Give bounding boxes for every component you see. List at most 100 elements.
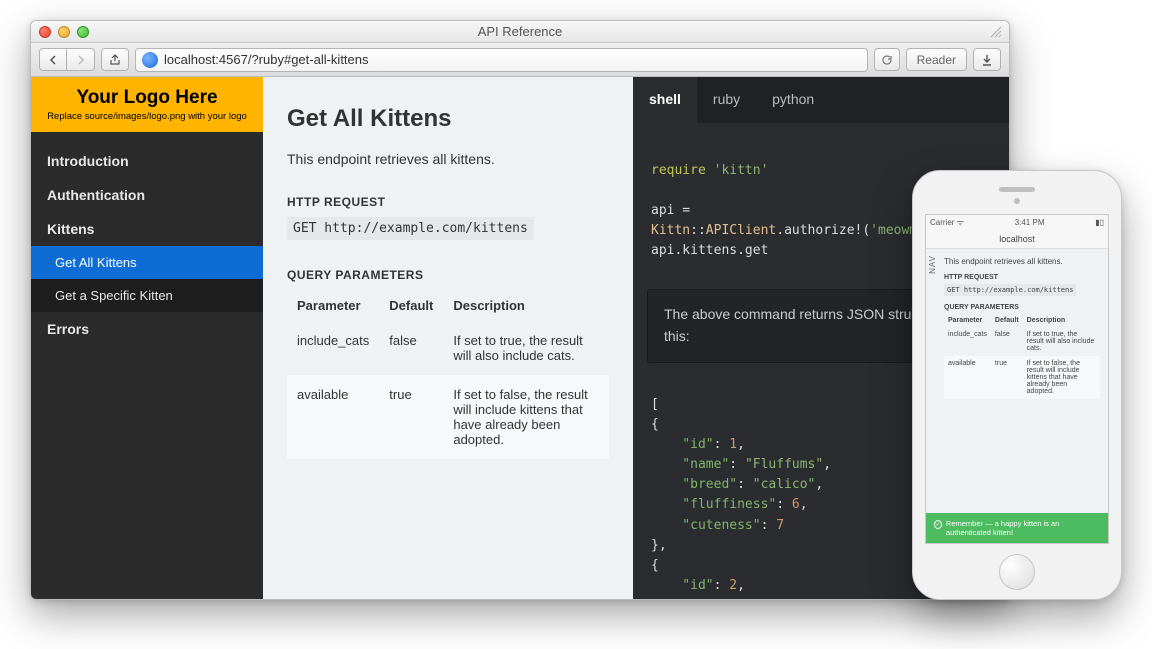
tab-shell[interactable]: shell — [633, 77, 697, 123]
code-token: , — [737, 578, 745, 593]
address-bar[interactable]: localhost:4567/?ruby#get-all-kittens — [135, 48, 868, 72]
favicon-icon — [142, 52, 158, 68]
table-row: include_cats false If set to true, the r… — [287, 321, 609, 375]
phone-statusbar: Carrier ᯤ 3:41 PM ▮▯ — [926, 215, 1108, 229]
query-params-heading: QUERY PARAMETERS — [287, 268, 609, 282]
resize-grip-icon — [989, 25, 1003, 39]
code-token: require — [651, 163, 706, 178]
param-name: include_cats — [287, 321, 379, 375]
param-name: available — [287, 375, 379, 459]
logo-title: Your Logo Here — [43, 87, 251, 109]
code-token: "id" — [651, 437, 714, 452]
code-token: , — [815, 477, 823, 492]
code-token: .authorize!( — [776, 223, 870, 238]
code-token: 2 — [729, 578, 737, 593]
tab-python[interactable]: python — [756, 77, 830, 123]
reload-button[interactable] — [874, 48, 900, 71]
mini-params-table: Parameter Default Description include_ca… — [944, 314, 1100, 399]
check-icon: ✓ — [934, 520, 942, 529]
code-token: : — [737, 477, 753, 492]
code-token: : — [729, 457, 745, 472]
th-description: Description — [443, 290, 609, 321]
window-title: API Reference — [31, 24, 1009, 39]
tab-ruby[interactable]: ruby — [697, 77, 756, 123]
table-row: include_cats false If set to true, the r… — [944, 327, 1100, 356]
mini-http-heading: HTTP REQUEST — [944, 274, 1100, 281]
reader-label: Reader — [917, 53, 956, 67]
code-token: "fluffiness" — [651, 497, 776, 512]
param-desc: If set to false, the result will include… — [443, 375, 609, 459]
param-name: include_cats — [944, 327, 991, 356]
param-default: false — [991, 327, 1023, 356]
code-token: 'kittn' — [714, 163, 769, 178]
doc-panel: Get All Kittens This endpoint retrieves … — [263, 77, 633, 599]
th-parameter: Parameter — [944, 314, 991, 327]
nav-kittens[interactable]: Kittens — [31, 212, 263, 246]
code-token: 6 — [792, 497, 800, 512]
table-row: available true If set to false, the resu… — [944, 356, 1100, 399]
subnav-kittens: Get All Kittens Get a Specific Kitten — [31, 246, 263, 312]
phone-camera-icon — [1014, 198, 1020, 204]
home-button[interactable] — [999, 554, 1035, 590]
code-token: "Fluffums" — [745, 457, 823, 472]
back-button[interactable] — [39, 48, 67, 71]
url-text: localhost:4567/?ruby#get-all-kittens — [164, 52, 369, 67]
phone-mockup: Carrier ᯤ 3:41 PM ▮▯ localhost NAV This … — [912, 170, 1122, 600]
param-default: true — [991, 356, 1023, 399]
code-token: "id" — [651, 578, 714, 593]
endpoint-description: This endpoint retrieves all kittens. — [287, 151, 609, 167]
th-default: Default — [991, 314, 1023, 327]
param-desc: If set to false, the result will include… — [1023, 356, 1100, 399]
forward-button[interactable] — [67, 48, 95, 71]
code-token: Kittn — [651, 223, 690, 238]
nav-introduction[interactable]: Introduction — [31, 144, 263, 178]
code-token: : — [761, 518, 777, 533]
http-request-heading: HTTP REQUEST — [287, 195, 609, 209]
share-button[interactable] — [101, 48, 129, 71]
code-token: 7 — [776, 518, 784, 533]
reader-button[interactable]: Reader — [906, 48, 967, 71]
phone-speaker-icon — [999, 187, 1035, 192]
nav-get-all-kittens[interactable]: Get All Kittens — [31, 246, 263, 279]
nav-button-group — [39, 48, 95, 71]
th-parameter: Parameter — [287, 290, 379, 321]
logo-subtitle: Replace source/images/logo.png with your… — [43, 111, 251, 122]
phone-navbar: localhost — [926, 229, 1108, 249]
table-header-row: Parameter Default Description — [287, 290, 609, 321]
params-table: Parameter Default Description include_ca… — [287, 290, 609, 459]
code-token: : — [776, 497, 792, 512]
param-desc: If set to true, the result will also inc… — [443, 321, 609, 375]
mini-http-line: GET http://example.com/kittens — [944, 284, 1076, 296]
browser-toolbar: localhost:4567/?ruby#get-all-kittens Rea… — [31, 43, 1009, 77]
success-banner: ✓ Remember — a happy kitten is an authen… — [926, 513, 1108, 543]
code-token: APIClient — [706, 223, 776, 238]
code-token: , — [800, 497, 808, 512]
nav-authentication[interactable]: Authentication — [31, 178, 263, 212]
banner-text: Remember — a happy kitten is an authenti… — [946, 519, 1100, 537]
sidebar: Your Logo Here Replace source/images/log… — [31, 77, 263, 599]
lang-tabs: shell ruby python — [633, 77, 1009, 123]
http-request-line: GET http://example.com/kittens — [287, 217, 534, 240]
param-desc: If set to true, the result will also inc… — [1023, 327, 1100, 356]
browser-window: API Reference localhost:4567/?ruby#get-a… — [30, 20, 1010, 600]
nav-toggle-label[interactable]: NAV — [928, 255, 937, 274]
nav-get-specific-kitten[interactable]: Get a Specific Kitten — [31, 279, 263, 312]
mini-qp-heading: QUERY PARAMETERS — [944, 304, 1100, 311]
code-token: "breed" — [651, 477, 737, 492]
code-token: , — [823, 457, 831, 472]
table-row: available true If set to false, the resu… — [287, 375, 609, 459]
titlebar: API Reference — [31, 21, 1009, 43]
nav: Introduction Authentication Kittens Get … — [31, 132, 263, 358]
nav-errors[interactable]: Errors — [31, 312, 263, 346]
content: Get All Kittens This endpoint retrieves … — [263, 77, 1009, 599]
code-token: "calico" — [753, 477, 816, 492]
downloads-button[interactable] — [973, 48, 1001, 71]
page-title: Get All Kittens — [287, 105, 609, 133]
page: Your Logo Here Replace source/images/log… — [31, 77, 1009, 599]
mini-desc: This endpoint retrieves all kittens. — [944, 257, 1100, 266]
code-token: 1 — [729, 437, 737, 452]
code-token: : — [714, 578, 730, 593]
param-name: available — [944, 356, 991, 399]
code-token: , — [737, 437, 745, 452]
code-token: "name" — [651, 457, 729, 472]
